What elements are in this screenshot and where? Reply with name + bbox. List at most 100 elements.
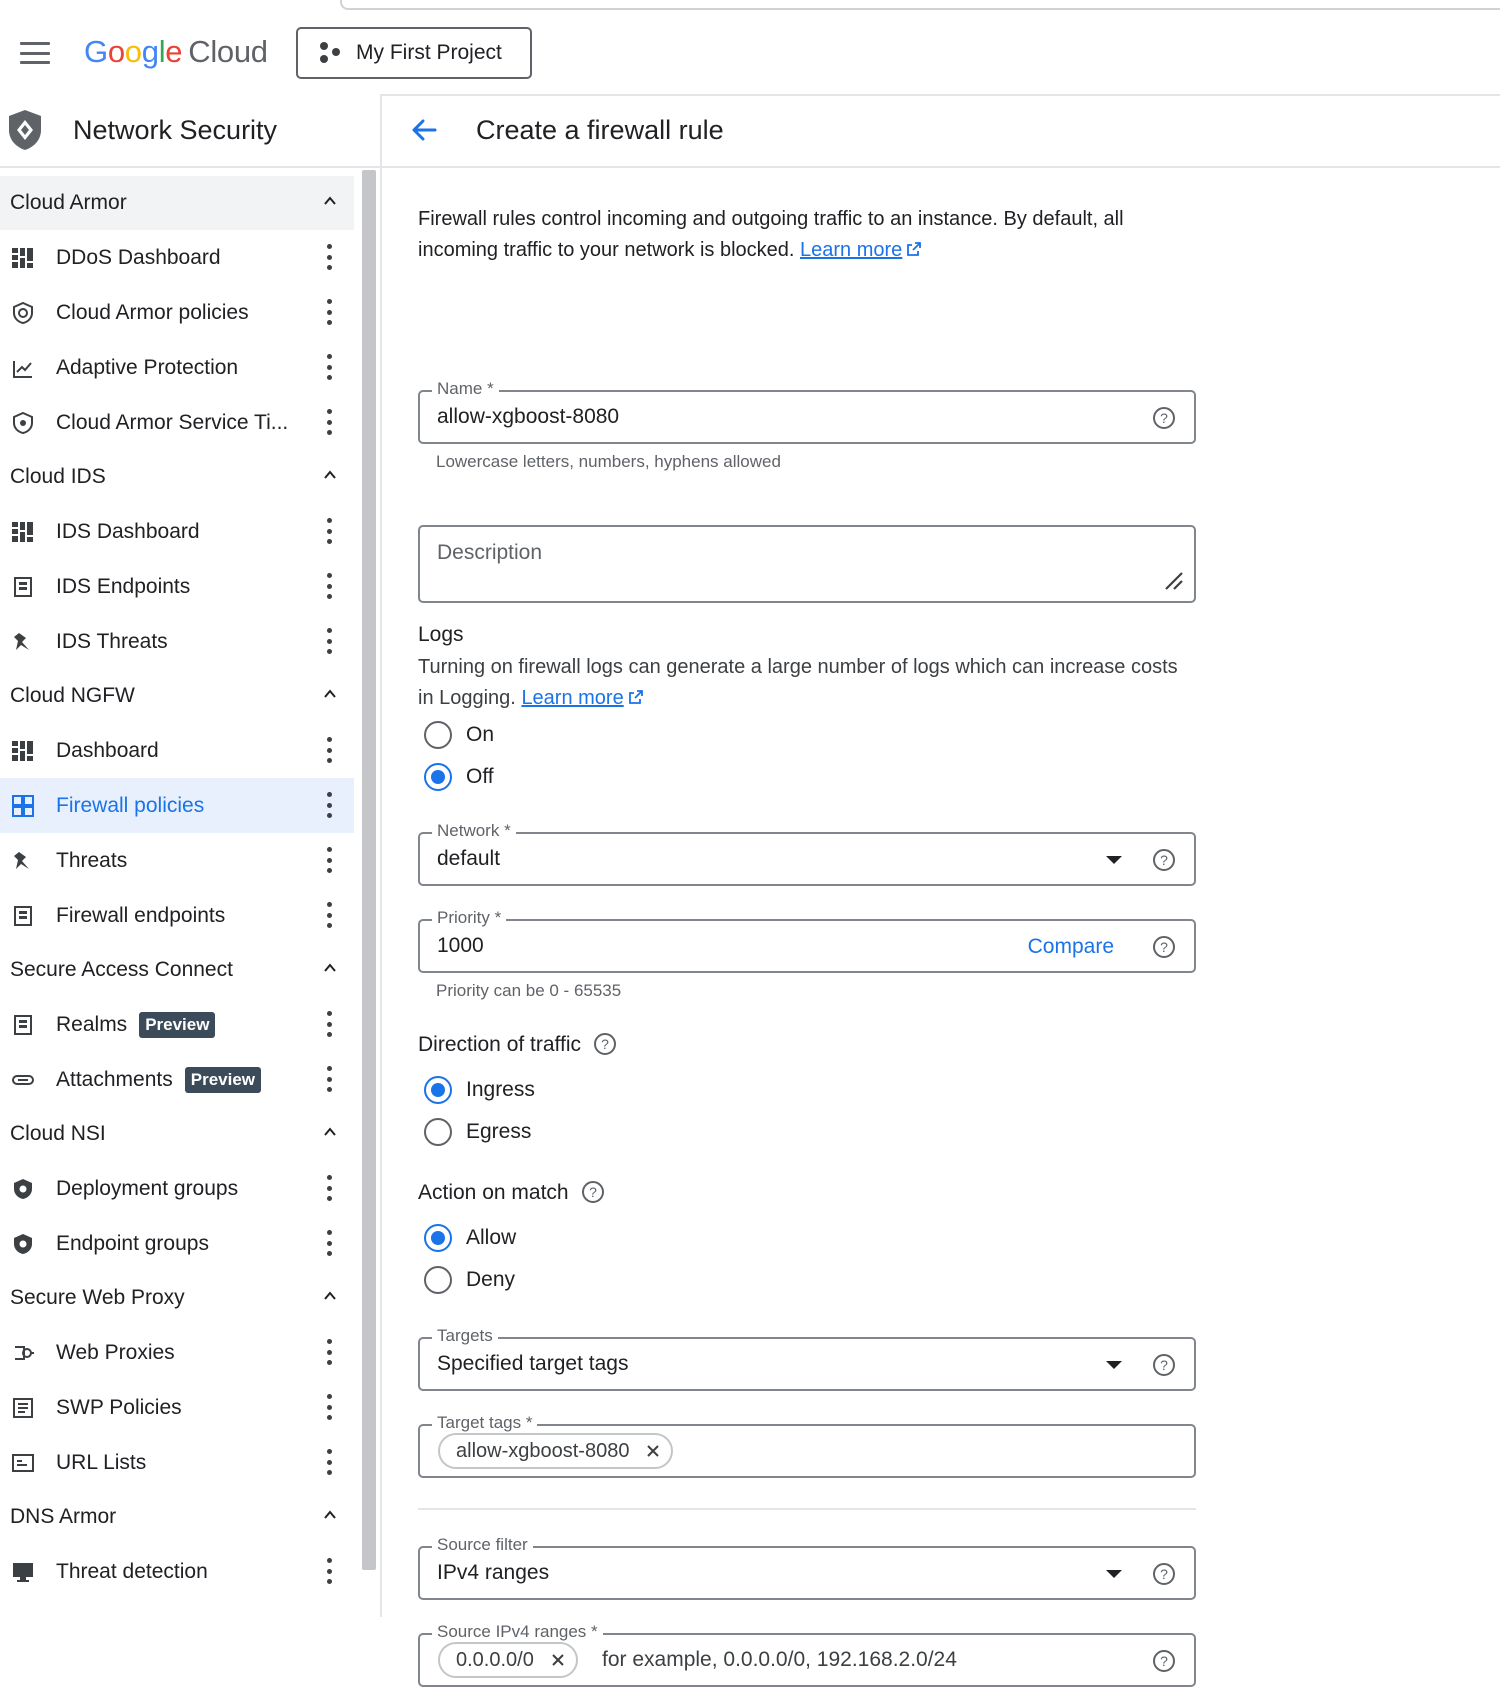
- deny-radio[interactable]: Deny: [424, 1266, 515, 1294]
- sidebar-item-firewall-policies[interactable]: Firewall policies: [0, 778, 354, 833]
- sidebar-item-label: Deployment groups: [56, 1176, 239, 1200]
- more-vert-icon[interactable]: [326, 737, 332, 763]
- priority-field[interactable]: Priority * 1000 Compare ?: [418, 908, 1196, 973]
- help-icon[interactable]: ?: [581, 1180, 605, 1204]
- help-icon[interactable]: ?: [1152, 935, 1176, 959]
- source-filter-select[interactable]: Source filter IPv4 ranges ?: [418, 1535, 1196, 1600]
- more-vert-icon[interactable]: [326, 518, 332, 544]
- more-vert-icon[interactable]: [326, 902, 332, 928]
- sidebar-item-threat-detection[interactable]: Threat detection: [0, 1544, 354, 1599]
- sidebar-item-ddos-dashboard[interactable]: DDoS Dashboard: [0, 230, 354, 285]
- chevron-up-icon[interactable]: [324, 195, 336, 207]
- chevron-up-icon[interactable]: [324, 688, 336, 700]
- learn-more-link[interactable]: Learn more: [800, 239, 902, 261]
- more-vert-icon[interactable]: [326, 628, 332, 654]
- help-icon[interactable]: ?: [1152, 406, 1176, 430]
- sidebar-item-endpoint-groups[interactable]: Endpoint groups: [0, 1216, 354, 1271]
- dropdown-arrow-icon[interactable]: [1106, 1361, 1122, 1369]
- more-vert-icon[interactable]: [326, 1066, 332, 1092]
- radio-circle[interactable]: [424, 721, 452, 749]
- description-field[interactable]: Description: [418, 525, 1196, 603]
- help-icon[interactable]: ?: [1152, 1353, 1176, 1377]
- project-picker-button[interactable]: My First Project: [296, 27, 532, 79]
- targets-select[interactable]: Targets Specified target tags ?: [418, 1326, 1196, 1391]
- sidebar-item-label: Threat detection: [56, 1559, 208, 1583]
- source-ranges-placeholder[interactable]: for example, 0.0.0.0/0, 192.168.2.0/24: [602, 1648, 957, 1672]
- more-vert-icon[interactable]: [326, 409, 332, 435]
- logs-learn-more-link[interactable]: Learn more: [521, 687, 623, 709]
- help-icon[interactable]: ?: [1152, 848, 1176, 872]
- more-vert-icon[interactable]: [326, 1230, 332, 1256]
- remove-chip-icon[interactable]: [645, 1443, 661, 1459]
- allow-radio[interactable]: Allow: [424, 1224, 516, 1252]
- chevron-up-icon[interactable]: [324, 1290, 336, 1302]
- help-icon[interactable]: ?: [1152, 1649, 1176, 1673]
- sidebar-item-realms[interactable]: Realms Preview: [0, 997, 354, 1052]
- priority-value[interactable]: 1000: [437, 934, 484, 958]
- egress-radio[interactable]: Egress: [424, 1118, 531, 1146]
- sidebar-item-attachments[interactable]: Attachments Preview: [0, 1052, 354, 1107]
- help-icon[interactable]: ?: [1152, 1562, 1176, 1586]
- more-vert-icon[interactable]: [326, 1449, 332, 1475]
- sidebar-section-secure-access-connect[interactable]: Secure Access Connect: [0, 943, 354, 997]
- sidebar-item-ids-endpoints[interactable]: IDS Endpoints: [0, 559, 354, 614]
- sidebar-section-cloud-ngfw[interactable]: Cloud NGFW: [0, 669, 354, 723]
- chevron-up-icon[interactable]: [324, 962, 336, 974]
- dropdown-arrow-icon[interactable]: [1106, 1570, 1122, 1578]
- more-vert-icon[interactable]: [326, 573, 332, 599]
- sidebar-scrollbar[interactable]: [362, 170, 376, 1570]
- more-vert-icon[interactable]: [326, 1175, 332, 1201]
- more-vert-icon[interactable]: [326, 1011, 332, 1037]
- help-icon[interactable]: ?: [593, 1032, 617, 1056]
- sidebar-item-url-lists[interactable]: URL Lists: [0, 1435, 354, 1490]
- network-select[interactable]: Network * default ?: [418, 821, 1196, 886]
- sidebar-item-deployment-groups[interactable]: Deployment groups: [0, 1161, 354, 1216]
- remove-chip-icon[interactable]: [550, 1652, 566, 1668]
- more-vert-icon[interactable]: [326, 847, 332, 873]
- sidebar-item-ids-dashboard[interactable]: IDS Dashboard: [0, 504, 354, 559]
- google-cloud-logo[interactable]: Google Cloud: [84, 34, 268, 70]
- radio-circle-selected[interactable]: [424, 1224, 452, 1252]
- more-vert-icon[interactable]: [326, 1394, 332, 1420]
- sidebar-section-cloud-nsi[interactable]: Cloud NSI: [0, 1107, 354, 1161]
- compare-button[interactable]: Compare: [1028, 935, 1114, 959]
- target-tag-chip: allow-xgboost-8080: [438, 1433, 674, 1469]
- radio-circle-selected[interactable]: [424, 1076, 452, 1104]
- resize-handle-icon[interactable]: [1162, 569, 1186, 593]
- sidebar-item-adaptive-protection[interactable]: Adaptive Protection: [0, 340, 354, 395]
- chevron-up-icon[interactable]: [324, 1126, 336, 1138]
- sidebar-item-cloud-armor-policies[interactable]: Cloud Armor policies: [0, 285, 354, 340]
- sidebar-item-threats[interactable]: Threats: [0, 833, 354, 888]
- more-vert-icon[interactable]: [326, 299, 332, 325]
- sidebar-item-swp-policies[interactable]: SWP Policies: [0, 1380, 354, 1435]
- more-vert-icon[interactable]: [326, 244, 332, 270]
- dropdown-arrow-icon[interactable]: [1106, 856, 1122, 864]
- sidebar-section-dns-armor[interactable]: DNS Armor: [0, 1490, 354, 1544]
- ingress-radio[interactable]: Ingress: [424, 1076, 535, 1104]
- sidebar-section-cloud-armor[interactable]: Cloud Armor: [0, 176, 354, 230]
- main-menu-button[interactable]: [20, 42, 50, 64]
- logs-on-radio[interactable]: On: [424, 721, 494, 749]
- radio-circle[interactable]: [424, 1118, 452, 1146]
- sidebar-item-web-proxies[interactable]: Web Proxies: [0, 1325, 354, 1380]
- sidebar-item-dashboard[interactable]: Dashboard: [0, 723, 354, 778]
- chevron-up-icon[interactable]: [324, 1509, 336, 1521]
- more-vert-icon[interactable]: [326, 1558, 332, 1584]
- sidebar-item-cloud-armor-service-ti[interactable]: Cloud Armor Service Ti...: [0, 395, 354, 450]
- chevron-up-icon[interactable]: [324, 469, 336, 481]
- radio-circle[interactable]: [424, 1266, 452, 1294]
- name-value[interactable]: allow-xgboost-8080: [437, 405, 619, 429]
- logs-off-radio[interactable]: Off: [424, 763, 494, 791]
- more-vert-icon[interactable]: [326, 792, 332, 818]
- more-vert-icon[interactable]: [326, 1339, 332, 1365]
- sidebar-item-firewall-endpoints[interactable]: Firewall endpoints: [0, 888, 354, 943]
- sidebar-section-secure-web-proxy[interactable]: Secure Web Proxy: [0, 1271, 354, 1325]
- back-arrow-icon[interactable]: [410, 116, 438, 144]
- name-field[interactable]: Name * allow-xgboost-8080 ?: [418, 379, 1196, 444]
- source-ipv4-ranges-field[interactable]: Source IPv4 ranges * 0.0.0.0/0 for examp…: [418, 1622, 1196, 1687]
- sidebar-section-cloud-ids[interactable]: Cloud IDS: [0, 450, 354, 504]
- radio-circle-selected[interactable]: [424, 763, 452, 791]
- sidebar-item-ids-threats[interactable]: IDS Threats: [0, 614, 354, 669]
- more-vert-icon[interactable]: [326, 354, 332, 380]
- target-tags-field[interactable]: Target tags * allow-xgboost-8080: [418, 1413, 1196, 1478]
